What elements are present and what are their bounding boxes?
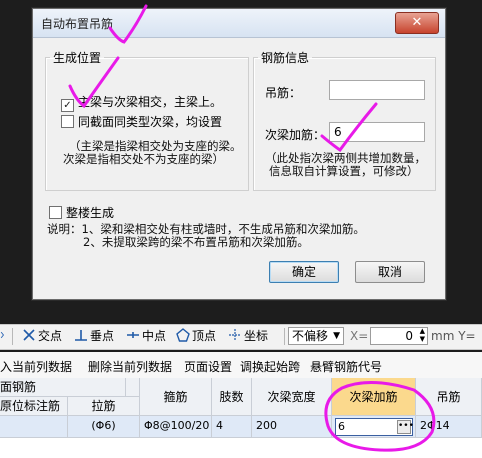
option-same-section-checkbox[interactable] [61,115,74,128]
option-main-secondary[interactable]: ✓ 主梁与次梁相交，主梁上。 [61,93,222,112]
header-secondary-rebar[interactable]: 次梁加筋 [332,378,416,416]
snap-vertex-button[interactable]: 顶点 [176,328,216,345]
whole-floor-label: 整楼生成 [66,206,115,220]
cell-hanger[interactable]: 2Φ14 [416,416,482,438]
ellipsis-icon: ••• [398,421,414,431]
close-button[interactable]: ✕ [395,12,439,34]
x-label: X= [350,329,369,343]
option-main-secondary-label: 主梁与次梁相交，主梁上。 [78,95,223,109]
snap-coordinate-label: 坐标 [244,329,269,343]
header-legs: 肢数 [212,378,252,416]
position-note-line2: 次梁是指相交处不为支座的梁） [63,152,224,166]
option-same-section-label: 同截面同类型次梁，均设置 [78,115,223,129]
secondary-rebar-input[interactable]: 6 [329,122,425,142]
x-coordinate-input[interactable]: 0 ▲ ▼ [370,327,428,345]
position-group-legend: 生成位置 [53,51,102,65]
spinner-icon[interactable]: ▲ ▼ [420,327,425,343]
snap-perp-button[interactable]: 垂点 [74,328,114,345]
header-tie: 拉筋 [68,397,140,416]
menu-input-column[interactable]: 输入当前列数据 [0,358,72,375]
menu-page-setup[interactable]: 页面设置 [184,358,232,375]
offset-select[interactable]: 不偏移 ▼ [288,327,344,345]
chevron-down-icon: ▼ [333,331,340,341]
offset-select-value: 不偏移 [292,329,329,343]
vertex-icon [176,328,190,342]
toolbar-separator [12,328,13,345]
position-note: （主梁是指梁相交处为支座的梁。 次梁是指相交处不为支座的梁） [63,140,242,166]
grid-menubar: 输入当前列数据 删除当前列数据 页面设置 调换起始跨 悬臂钢筋代号 [0,352,482,379]
dialog-title: 自动布置吊筋 [41,17,114,31]
cell-origin[interactable] [0,416,68,438]
snap-intersection-button[interactable]: 交点 [22,328,62,345]
snap-intersection-label: 交点 [38,329,63,343]
snap-coordinate-button[interactable]: 坐标 [228,328,268,345]
midpoint-icon [127,332,139,338]
snap-toolbar: 交点 垂点 中点 顶点 坐标 不偏移 ▼ X= 0 ▲ ▼ mm Y= [0,324,482,350]
header-stirrup: 箍筋 [140,378,212,416]
header-hanger: 吊筋 [416,378,482,416]
secondary-rebar-label: 次梁加筋： [265,128,326,142]
rebar-info-legend: 钢筋信息 [261,51,310,65]
snap-vertex-label: 顶点 [192,329,217,343]
snap-perp-label: 垂点 [90,329,115,343]
snap-midpoint-button[interactable]: 中点 [126,328,166,345]
auto-hanger-dialog: 自动布置吊筋 ✕ 生成位置 ✓ 主梁与次梁相交，主梁上。 同截面同类型次梁，均设置… [32,8,446,300]
cell-legs[interactable]: 4 [212,416,252,438]
coordinate-icon [229,329,241,341]
explain-line2: 2、未提取梁跨的梁不布置吊筋和次梁加筋。 [83,235,309,249]
x-coordinate-value: 0 [405,329,413,343]
header-filler [126,378,140,397]
perpendicular-icon [75,330,87,341]
dialog-titlebar[interactable]: 自动布置吊筋 ✕ [33,9,445,38]
cell-tie[interactable]: (Φ6) [68,416,140,438]
ellipsis-button[interactable]: ••• [397,420,414,434]
rebar-note: （此处指次梁两侧共增加数量， 信息取自计算设置，可修改） [265,152,426,178]
header-secondary-width: 次梁宽度 [252,378,332,416]
whole-floor-option[interactable]: 整楼生成 [49,204,114,221]
beam-rebar-grid: 面钢筋 原位标注筋 拉筋 箍筋 肢数 次梁宽度 次梁加筋 吊筋 (Φ6) Φ8@… [0,378,482,458]
snap-midpoint-label: 中点 [142,329,167,343]
toolbar-left-edge-icon[interactable] [0,328,10,345]
explain-text: 说明：1、梁和梁相交处有柱或墙时，不生成吊筋和次梁加筋。 2、未提取梁跨的梁不布… [47,223,365,249]
intersection-icon [23,329,35,341]
menu-swap-start-span[interactable]: 调换起始跨 [240,358,300,375]
cancel-button[interactable]: 取消 [355,261,425,283]
cell-stirrup[interactable]: Φ8@100/20 [140,416,212,438]
header-top-rebar: 面钢筋 [0,378,126,397]
option-main-secondary-checkbox[interactable]: ✓ [61,99,74,112]
unit-y-label: mm Y= [431,329,476,343]
cell-secondary-width[interactable]: 200 [252,416,332,438]
hanger-input[interactable] [329,80,425,100]
ok-button[interactable]: 确定 [269,261,339,283]
whole-floor-checkbox[interactable] [49,206,62,219]
menu-cantilever-code[interactable]: 悬臂钢筋代号 [310,358,382,375]
hanger-label: 吊筋： [265,86,302,100]
option-same-section[interactable]: 同截面同类型次梁，均设置 [61,113,222,130]
close-icon: ✕ [411,15,423,30]
menu-delete-column[interactable]: 删除当前列数据 [88,358,172,375]
rebar-note-line2: 信息取自计算设置，可修改） [269,164,419,178]
header-origin-label: 原位标注筋 [0,397,68,416]
toolbar-separator [284,328,285,345]
